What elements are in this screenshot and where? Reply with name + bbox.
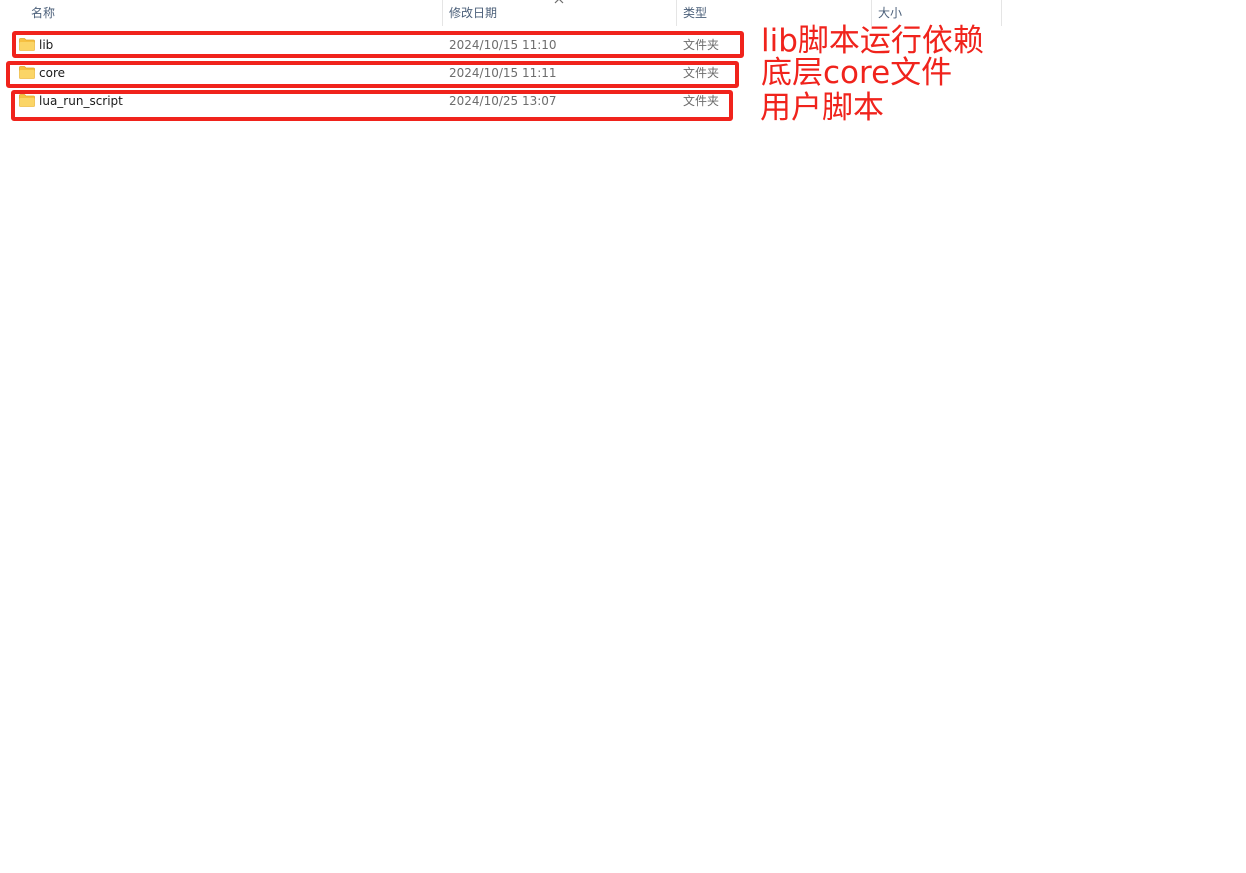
column-divider[interactable] [676, 0, 677, 26]
file-name[interactable]: lib [39, 32, 53, 58]
column-header-type[interactable]: 类型 [683, 0, 707, 26]
file-type: 文件夹 [683, 66, 720, 80]
file-name[interactable]: lua_run_script [39, 88, 123, 114]
folder-icon [19, 94, 35, 107]
folder-icon [19, 66, 35, 79]
folder-icon [19, 38, 35, 51]
column-divider[interactable] [1001, 0, 1002, 26]
column-header-date[interactable]: 修改日期 [449, 0, 497, 26]
file-date: 2024/10/15 11:10 [449, 38, 557, 52]
file-date: 2024/10/15 11:11 [449, 66, 557, 80]
column-divider[interactable] [442, 0, 443, 26]
file-date: 2024/10/25 13:07 [449, 94, 557, 108]
file-explorer-window: 名称 修改日期 类型 大小 lib 2024/10/15 11:10 文件夹 c… [0, 0, 1246, 873]
annotation-lib: lib脚本运行依赖 [761, 23, 984, 59]
annotation-lua-run-script: 用户脚本 [760, 90, 884, 126]
chevron-up-icon [554, 0, 564, 4]
annotation-core: 底层core文件 [761, 55, 953, 91]
file-type: 文件夹 [683, 38, 720, 52]
file-type: 文件夹 [683, 94, 720, 108]
file-name[interactable]: core [39, 60, 65, 86]
column-header-name[interactable]: 名称 [31, 0, 55, 26]
